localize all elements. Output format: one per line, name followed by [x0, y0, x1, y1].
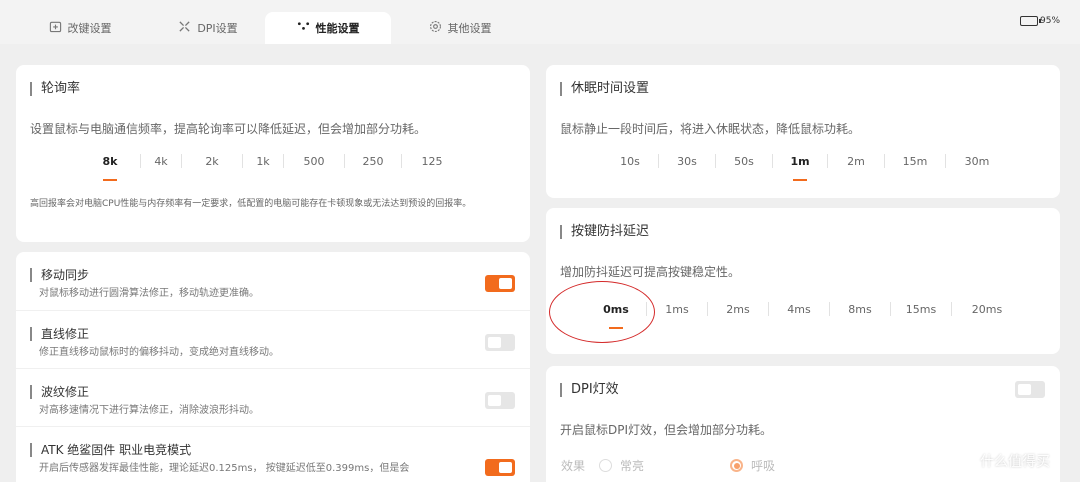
sleep-time-desc: 鼠标静止一段时间后，将进入休眠状态，降低鼠标功耗。	[560, 122, 861, 136]
dpi-light-title: DPI灯效	[560, 383, 619, 397]
battery-percent: 95%	[1040, 16, 1061, 26]
debounce-option[interactable]: 2ms	[708, 303, 768, 316]
polling-rate-option[interactable]: 250	[345, 155, 401, 168]
polling-rate-option[interactable]: 4k	[141, 155, 181, 168]
feature-row-esports-mode: ATK 绝鲨固件 职业电竞模式 开启后传感器发挥最佳性能，理论延迟0.125ms…	[16, 426, 530, 482]
ripple-control-toggle[interactable]	[485, 392, 515, 409]
top-tab-bar: 改键设置 DPI设置 性能设置 其他设置 95%	[0, 0, 1080, 44]
debounce-option[interactable]: 8ms	[830, 303, 890, 316]
feature-row-angle-snap: 直线修正 修正直线移动鼠标时的偏移抖动，变成绝对直线移动。	[16, 310, 530, 368]
tab-dpi-label: DPI设置	[197, 22, 238, 35]
debounce-option[interactable]: 1ms	[647, 303, 707, 316]
features-card: 移动同步 对鼠标移动进行圆滑算法修正，移动轨迹更准确。 直线修正 修正直线移动鼠…	[16, 252, 530, 482]
feature-row-motion-sync: 移动同步 对鼠标移动进行圆滑算法修正，移动轨迹更准确。	[16, 252, 530, 310]
sleep-time-option[interactable]: 1m	[773, 155, 827, 181]
polling-rate-options: 8k 4k 2k 1k 500 250 125	[80, 154, 462, 181]
polling-rate-desc: 设置鼠标与电脑通信频率，提高轮询率可以降低延迟，但会增加部分功耗。	[30, 122, 427, 136]
sleep-time-options: 10s 30s 50s 1m 2m 15m 30m	[602, 154, 1008, 181]
dpi-light-effect-row: 效果 常亮 呼吸	[561, 457, 775, 474]
debounce-title: 按键防抖延迟	[560, 225, 649, 239]
motion-sync-desc: 对鼠标移动进行圆滑算法修正，移动轨迹更准确。	[39, 288, 259, 299]
dpi-light-toggle[interactable]	[1015, 381, 1045, 398]
effect-breathing-label: 呼吸	[751, 459, 776, 473]
polling-rate-card: 轮询率 设置鼠标与电脑通信频率，提高轮询率可以降低延迟，但会增加部分功耗。 8k…	[16, 65, 530, 242]
highlight-circle-annotation	[549, 281, 655, 343]
angle-snap-title: 直线修正	[30, 327, 89, 341]
polling-rate-option[interactable]: 1k	[243, 155, 283, 168]
tab-other-label: 其他设置	[447, 22, 492, 35]
angle-snap-toggle[interactable]	[485, 334, 515, 351]
performance-icon	[297, 20, 310, 36]
radio-steady[interactable]	[599, 459, 613, 472]
polling-rate-note: 高回报率会对电脑CPU性能与内存频率有一定要求，低配置的电脑可能存在卡顿现象或无…	[30, 199, 472, 209]
battery-indicator: 95%	[1020, 16, 1060, 26]
tab-keymap[interactable]: 改键设置	[30, 12, 130, 44]
debounce-desc: 增加防抖延迟可提高按键稳定性。	[560, 265, 741, 279]
sleep-time-option[interactable]: 30m	[946, 155, 1008, 168]
watermark: 什么值得买	[952, 450, 1050, 472]
polling-rate-option[interactable]: 8k	[80, 155, 140, 181]
sleep-time-option[interactable]: 10s	[602, 155, 658, 168]
esports-mode-toggle[interactable]	[485, 459, 515, 476]
tab-keymap-label: 改键设置	[67, 22, 112, 35]
sleep-time-option[interactable]: 2m	[828, 155, 884, 168]
sleep-time-option[interactable]: 50s	[716, 155, 772, 168]
esports-mode-title: ATK 绝鲨固件 职业电竞模式	[30, 443, 191, 457]
sleep-time-option[interactable]: 15m	[885, 155, 945, 168]
ripple-control-desc: 对高移速情况下进行算法修正，消除波浪形抖动。	[39, 405, 259, 416]
battery-icon	[1020, 16, 1041, 26]
tab-dpi[interactable]: DPI设置	[158, 12, 258, 44]
debounce-option[interactable]: 20ms	[952, 303, 1022, 316]
tab-performance-label: 性能设置	[315, 22, 360, 35]
polling-rate-option[interactable]: 125	[402, 155, 462, 168]
sleep-time-card: 休眠时间设置 鼠标静止一段时间后，将进入休眠状态，降低鼠标功耗。 10s 30s 5…	[546, 65, 1060, 198]
crosshair-icon	[178, 20, 191, 36]
esports-mode-desc: 开启后传感器发挥最佳性能，理论延迟0.125ms， 按键延迟低至0.399ms，…	[39, 463, 410, 474]
angle-snap-desc: 修正直线移动鼠标时的偏移抖动，变成绝对直线移动。	[39, 347, 279, 358]
debounce-option[interactable]: 4ms	[769, 303, 829, 316]
effect-label: 效果	[561, 459, 586, 473]
keymap-icon	[49, 20, 62, 36]
ripple-control-title: 波纹修正	[30, 385, 89, 399]
polling-rate-title: 轮询率	[30, 82, 80, 96]
polling-rate-option[interactable]: 2k	[182, 155, 242, 168]
debounce-option[interactable]: 15ms	[891, 303, 951, 316]
motion-sync-toggle[interactable]	[485, 275, 515, 292]
tab-performance[interactable]: 性能设置	[265, 12, 391, 44]
effect-steady-label: 常亮	[620, 459, 645, 473]
feature-row-ripple-control: 波纹修正 对高移速情况下进行算法修正，消除波浪形抖动。	[16, 368, 530, 426]
tab-other[interactable]: 其他设置	[410, 12, 510, 44]
watermark-logo-icon	[952, 450, 974, 472]
dpi-light-desc: 开启鼠标DPI灯效，但会增加部分功耗。	[560, 423, 773, 437]
sleep-time-option[interactable]: 30s	[659, 155, 715, 168]
watermark-text: 什么值得买	[980, 454, 1050, 470]
motion-sync-title: 移动同步	[30, 268, 89, 282]
polling-rate-option[interactable]: 500	[284, 155, 344, 168]
radio-breathing[interactable]	[730, 459, 744, 472]
sleep-time-title: 休眠时间设置	[560, 82, 649, 96]
gear-icon	[429, 20, 442, 36]
